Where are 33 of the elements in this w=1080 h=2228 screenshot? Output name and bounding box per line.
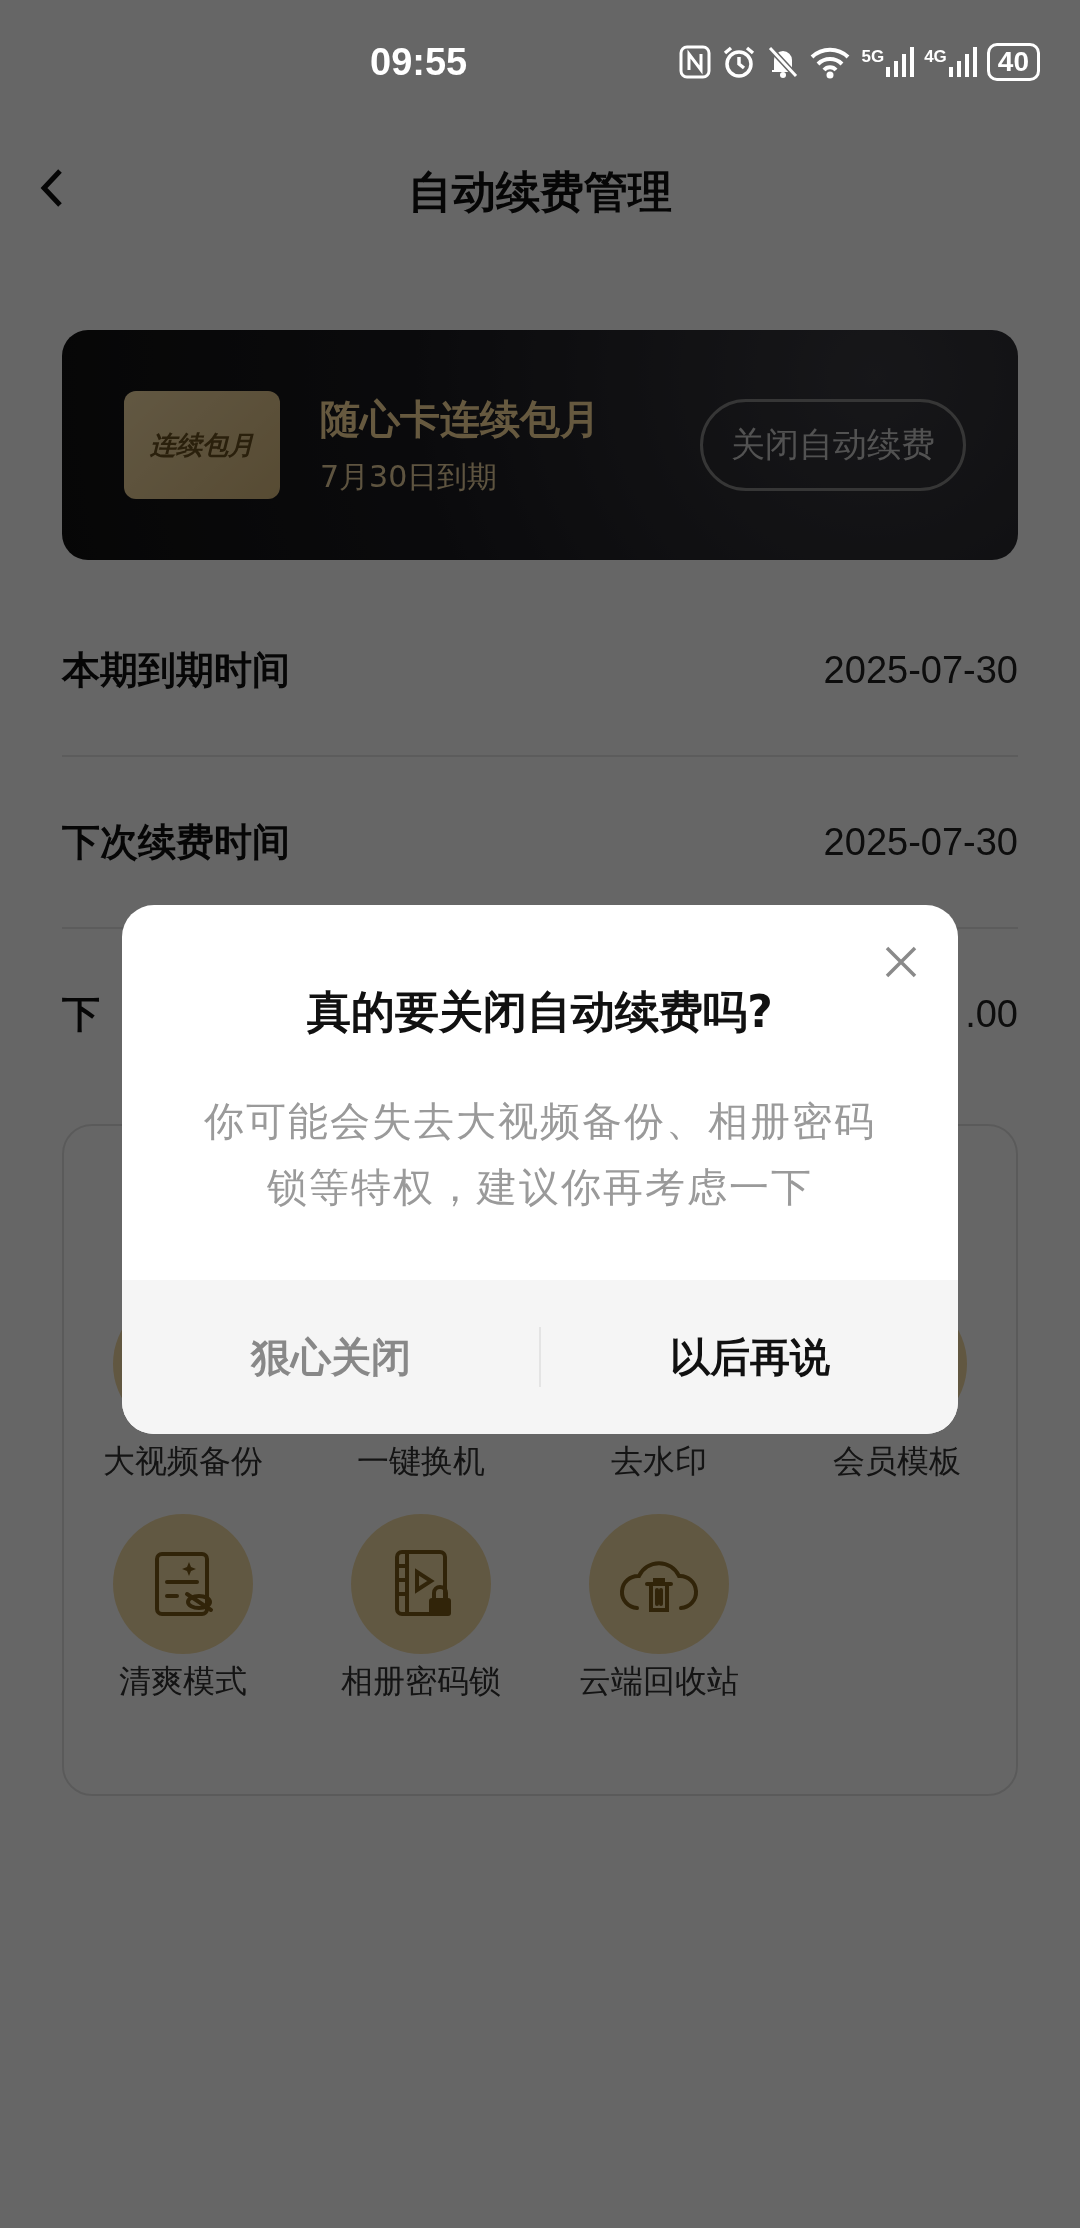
expiry-date: 7月30日到期: [320, 458, 499, 496]
benefit-icon: [113, 1514, 253, 1654]
network-label: 4G: [924, 47, 947, 67]
dialog-title: 真的要关闭自动续费吗?: [306, 985, 774, 1039]
mute-bell-icon: [767, 45, 800, 79]
wifi-icon: [809, 45, 852, 79]
close-icon[interactable]: [884, 945, 918, 979]
nfc-icon: [679, 45, 712, 79]
signal-icon: [886, 47, 915, 77]
benefit-label: 一键换机: [357, 1441, 485, 1482]
plan-title: 随心卡连续包月: [320, 395, 600, 444]
benefit-label: 去水印: [611, 1441, 707, 1482]
back-icon[interactable]: [40, 168, 64, 208]
benefit-icon: [351, 1514, 491, 1654]
signal-icon: [948, 47, 977, 77]
dialog-message: 你可能会失去大视频备份、相册密码锁等特权，建议你再考虑一下: [203, 1097, 877, 1212]
status-time: 09:55: [370, 40, 468, 84]
benefit-icon: [589, 1514, 729, 1654]
row-label: 本期到期时间: [62, 646, 290, 694]
page-title: 自动续费管理: [408, 164, 672, 219]
battery-indicator: 40: [986, 43, 1040, 81]
benefit-label: 会员模板: [833, 1441, 961, 1482]
benefit-label: 大视频备份: [103, 1441, 263, 1482]
benefit-label: 相册密码锁: [341, 1661, 501, 1702]
row-value: 2025-07-30: [823, 648, 1018, 692]
row-label: 下次续费时间: [62, 818, 290, 866]
row-label: 下: [62, 990, 100, 1038]
row-value: 2025-07-30: [823, 820, 1018, 864]
row-value: .00: [965, 992, 1018, 1036]
benefit-label: 云端回收站: [579, 1661, 739, 1702]
network-label: 5G: [861, 47, 885, 67]
dialog-button[interactable]: 以后再说: [541, 1280, 958, 1434]
benefit-label: 清爽模式: [119, 1661, 247, 1702]
